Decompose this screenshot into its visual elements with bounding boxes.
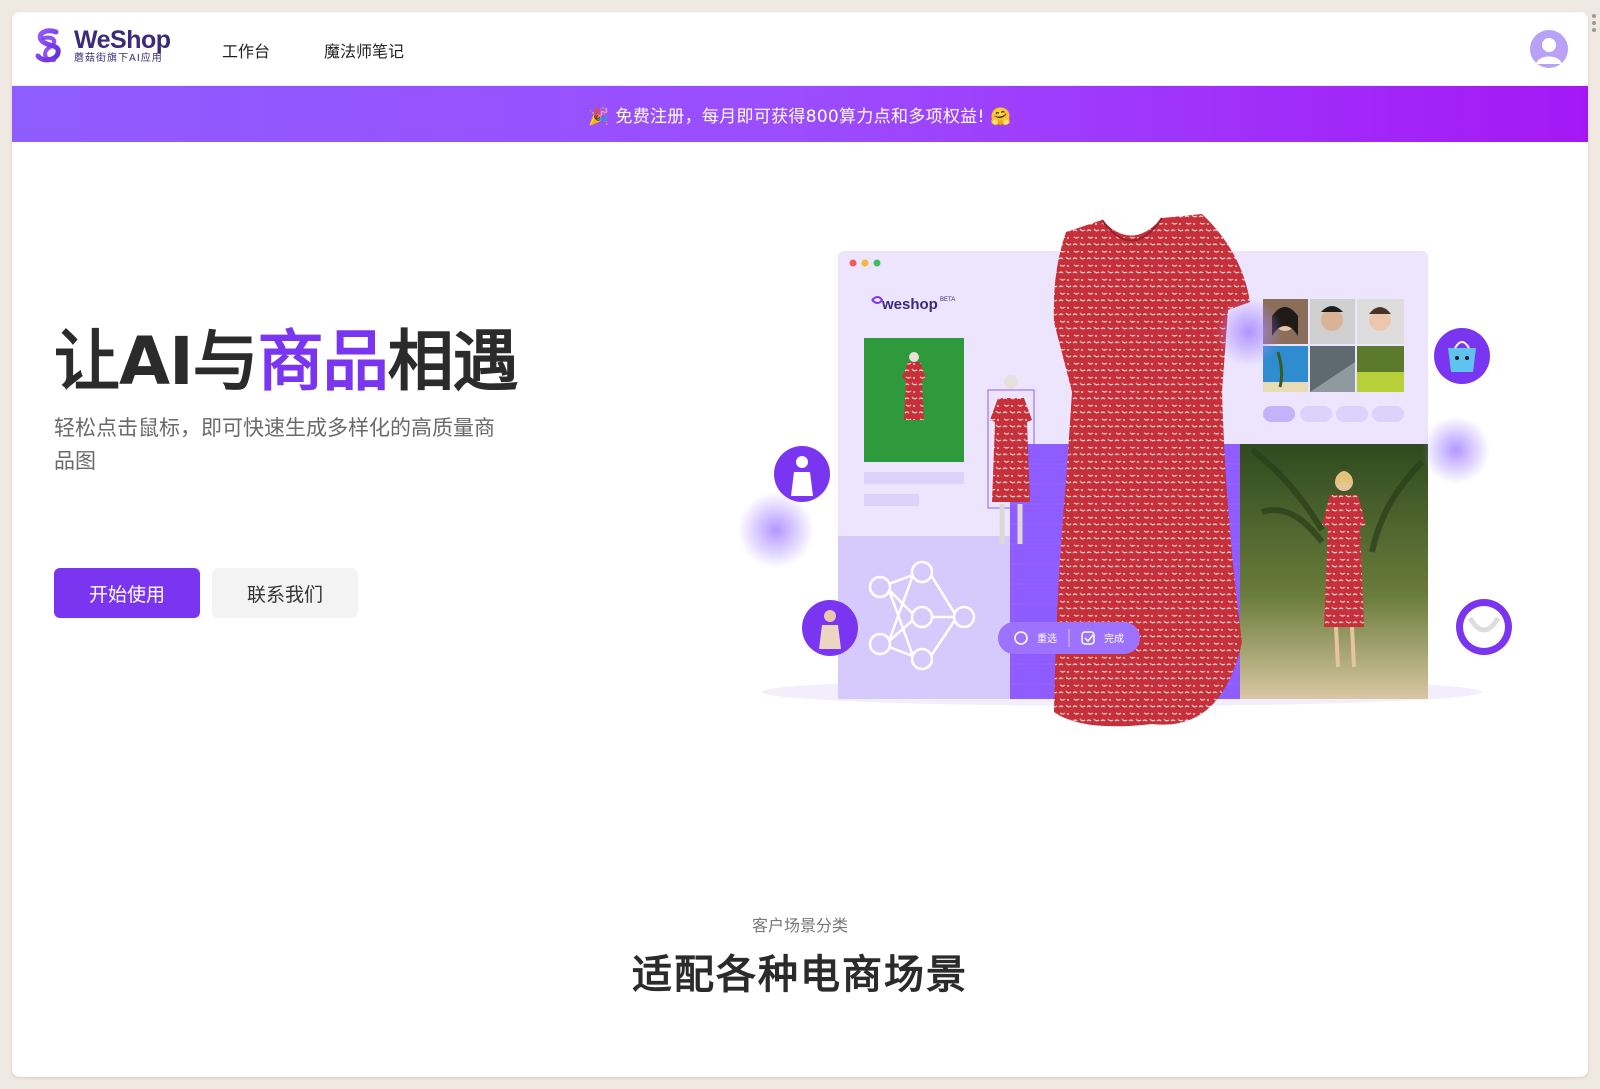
hero-title: 让AI与商品相遇 [54, 308, 519, 404]
mockup-app-name: weshop [881, 296, 938, 313]
weshop-logo-icon [35, 28, 61, 63]
contact-us-button[interactable]: 联系我们 [212, 568, 358, 618]
user-avatar-icon[interactable] [1530, 30, 1568, 68]
shopping-bag-icon [1434, 328, 1490, 384]
hero-illustration: weshop BETA 重选 完成 [722, 192, 1522, 752]
nav-item-workbench[interactable]: 工作台 [222, 38, 270, 62]
section-label: 客户场景分类 [751, 916, 848, 935]
hero-title-part1: 让AI与 [54, 323, 259, 400]
window-options-handle[interactable] [1592, 14, 1596, 35]
start-using-button[interactable]: 开始使用 [54, 568, 200, 618]
promo-banner-text: 🎉 免费注册，每月即可获得800算力点和多项权益! 🤗 [588, 106, 1012, 127]
necklace-bubble-icon [1456, 599, 1512, 655]
logo-subtitle: 蘑菇街旗下AI应用 [74, 53, 163, 64]
reselect-done-toolbar[interactable]: 重选 完成 [998, 622, 1140, 654]
hero-title-part2: 相遇 [387, 323, 519, 400]
hero-title-accent: 商品 [257, 323, 389, 400]
nav-item-magician-notes[interactable]: 魔法师笔记 [324, 38, 404, 62]
hero-subtitle: 轻松点击鼠标，即可快速生成多样化的高质量商品图 [54, 416, 495, 473]
decorative-glow [738, 492, 814, 568]
browser-window: WeShop 蘑菇街旗下AI应用 工作台 魔法师笔记 🎉 免费注册，每月即可获得… [12, 12, 1588, 1077]
done-label[interactable]: 完成 [1104, 632, 1124, 645]
brand-logo[interactable]: WeShop 蘑菇街旗下AI应用 [30, 26, 171, 66]
reselect-label[interactable]: 重选 [1037, 632, 1057, 645]
decorative-glow [1422, 416, 1490, 484]
logo-name: WeShop [74, 26, 171, 54]
mockup-beta-tag: BETA [940, 297, 955, 303]
promo-banner[interactable]: 🎉 免费注册，每月即可获得800算力点和多项权益! 🤗 [12, 86, 1588, 142]
model-bubble-icon [802, 600, 858, 656]
main-nav: 工作台 魔法师笔记 [222, 38, 404, 62]
section-title: 适配各种电商场景 [632, 952, 968, 998]
decorative-glow [1215, 298, 1283, 366]
mannequin-bubble-icon [774, 446, 830, 502]
top-navbar: WeShop 蘑菇街旗下AI应用 工作台 魔法师笔记 [12, 12, 1588, 86]
